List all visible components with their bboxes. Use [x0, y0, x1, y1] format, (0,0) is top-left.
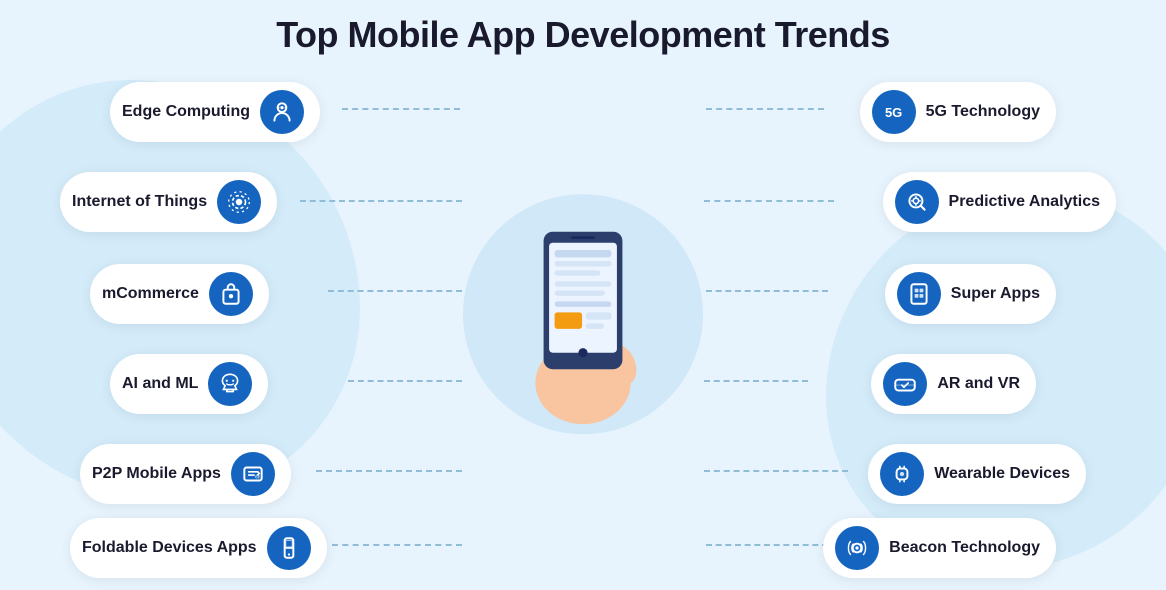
iot-icon	[217, 180, 261, 224]
trend-edge-computing: Edge Computing	[110, 82, 320, 142]
connector-foldable	[332, 544, 462, 546]
predictive-label: Predictive Analytics	[949, 193, 1100, 211]
trend-wearable: Wearable Devices	[868, 444, 1086, 504]
connector-super	[706, 290, 828, 292]
wearable-label: Wearable Devices	[934, 465, 1070, 483]
connector-5g	[706, 108, 824, 110]
connector-iot	[300, 200, 462, 202]
trend-beacon: Beacon Technology	[823, 518, 1056, 578]
trend-super: Super Apps	[885, 264, 1056, 324]
foldable-icon	[267, 526, 311, 570]
connector-predictive	[704, 200, 834, 202]
foldable-label: Foldable Devices Apps	[82, 539, 257, 557]
mcommerce-icon	[209, 272, 253, 316]
connector-beacon	[706, 544, 828, 546]
trend-iot: Internet of Things	[60, 172, 277, 232]
p2p-icon	[231, 452, 275, 496]
trend-arvr: AR and VR	[871, 354, 1036, 414]
super-apps-label: Super Apps	[951, 285, 1040, 303]
connector-edge-computing	[342, 108, 460, 110]
wearable-icon	[880, 452, 924, 496]
5g-icon: 5G	[872, 90, 916, 134]
p2p-label: P2P Mobile Apps	[92, 465, 221, 483]
iot-label: Internet of Things	[72, 193, 207, 211]
center-illustration	[463, 194, 703, 434]
page-title: Top Mobile App Development Trends	[0, 14, 1166, 56]
connector-wearable	[704, 470, 848, 472]
beacon-label: Beacon Technology	[889, 539, 1040, 557]
edge-computing-label: Edge Computing	[122, 103, 250, 121]
predictive-icon	[895, 180, 939, 224]
arvr-icon	[883, 362, 927, 406]
trend-predictive: Predictive Analytics	[883, 172, 1116, 232]
trend-mcommerce: mCommerce	[90, 264, 269, 324]
arvr-label: AR and VR	[937, 375, 1020, 393]
connector-p2p	[316, 470, 462, 472]
super-apps-icon	[897, 272, 941, 316]
trend-5g: 5G 5G Technology	[860, 82, 1056, 142]
connector-mcommerce	[328, 290, 462, 292]
mcommerce-label: mCommerce	[102, 285, 199, 303]
ai-ml-icon	[208, 362, 252, 406]
beacon-icon	[835, 526, 879, 570]
trend-ai-ml: AI and ML	[110, 354, 268, 414]
5g-label: 5G Technology	[926, 103, 1040, 121]
trend-p2p: P2P Mobile Apps	[80, 444, 291, 504]
trend-foldable: Foldable Devices Apps	[70, 518, 327, 578]
ai-ml-label: AI and ML	[122, 375, 198, 393]
connector-arvr	[704, 380, 808, 382]
edge-computing-icon	[260, 90, 304, 134]
connector-ai-ml	[348, 380, 462, 382]
